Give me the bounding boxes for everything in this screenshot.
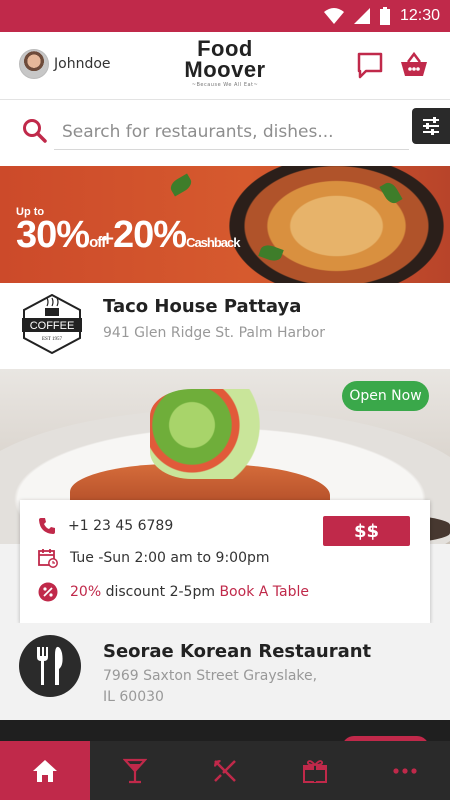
restaurant-address-line1: 7969 Saxton Street Grayslake, [103, 668, 318, 684]
restaurant-name: Taco House Pattaya [103, 296, 302, 317]
bottom-nav [0, 741, 450, 800]
restaurant-card[interactable]: Seorae Korean Restaurant 7969 Saxton Str… [0, 623, 450, 720]
next-restaurant-photo[interactable] [0, 720, 450, 742]
restaurant-address: 941 Glen Ridge St. Palm Harbor [103, 325, 326, 341]
fork-knife-icon [37, 646, 63, 685]
banner-cashback: 20%Cashback [113, 214, 240, 257]
app-logo: Food Moover ~Because We All Eat~ [180, 36, 270, 89]
salsa-topping [150, 389, 290, 479]
logo-line1: Food [197, 36, 253, 61]
nav-drinks[interactable] [90, 741, 180, 800]
gift-icon [303, 759, 327, 783]
coffee-logo: COFFEE EST 1957 [22, 294, 82, 354]
price-level-button[interactable]: $$ [323, 516, 410, 546]
search-icon [23, 119, 47, 143]
discount-detail: discount 2-5pm [105, 584, 215, 600]
status-time: 12:30 [399, 7, 440, 24]
banner-discount-value: 30% [16, 214, 90, 256]
banner-discount: 30%off [16, 214, 106, 257]
nav-offers[interactable] [270, 741, 360, 800]
restaurant-logo [19, 635, 81, 697]
discount-text: 20% discount 2-5pm Book A Table [70, 584, 309, 600]
opening-hours: Tue -Sun 2:00 am to 9:00pm [70, 550, 270, 566]
username[interactable]: Johndoe [54, 56, 111, 72]
filter-icon [423, 117, 439, 135]
hours-row: Tue -Sun 2:00 am to 9:00pm [38, 548, 270, 568]
percent-icon [38, 582, 58, 602]
restaurant-name: Seorae Korean Restaurant [103, 641, 372, 662]
more-icon [393, 767, 417, 774]
nav-home[interactable] [0, 741, 90, 800]
restaurant-card[interactable]: COFFEE EST 1957 Taco House Pattaya 941 G… [0, 283, 450, 369]
herb-decoration [167, 173, 195, 197]
open-status-badge: Open Now [342, 381, 429, 411]
home-icon [33, 759, 57, 782]
battery-icon [379, 7, 390, 25]
restaurant-address-line2: IL 60030 [103, 689, 164, 705]
coffee-logo-text: COFFEE [30, 320, 75, 332]
phone-row[interactable]: +1 23 45 6789 [38, 517, 173, 535]
status-bar: 12:30 [0, 0, 450, 32]
filter-button[interactable] [412, 108, 450, 144]
search-input[interactable] [54, 114, 409, 150]
banner-cashback-value: 20% [113, 214, 187, 256]
promo-banner[interactable]: Up to 30%off + 20%Cashback [0, 166, 450, 283]
discount-row: 20% discount 2-5pm Book A Table [38, 582, 309, 602]
signal-icon [353, 8, 370, 24]
book-table-link[interactable]: Book A Table [219, 584, 309, 600]
cutlery-icon [214, 759, 236, 782]
logo-line2: Moover [184, 57, 266, 82]
coffee-logo-sub: EST 1957 [42, 337, 63, 342]
nav-restaurants[interactable] [180, 741, 270, 800]
banner-cashback-suffix: Cashback [186, 235, 240, 250]
basket-icon[interactable] [399, 50, 429, 80]
chat-icon[interactable] [355, 50, 385, 80]
discount-value: 20% [70, 584, 102, 600]
phone-number: +1 23 45 6789 [68, 518, 174, 534]
calendar-icon [38, 549, 58, 568]
avatar[interactable] [19, 49, 49, 79]
wifi-icon [323, 8, 344, 24]
logo-tagline: ~Because We All Eat~ [191, 82, 259, 88]
phone-icon [39, 518, 55, 534]
cocktail-icon [123, 758, 147, 783]
app-header: Johndoe Food Moover ~Because We All Eat~ [0, 32, 450, 100]
nav-more[interactable] [360, 741, 450, 800]
restaurant-info-card: +1 23 45 6789 $$ Tue -Sun 2:00 am to 9:0… [20, 500, 430, 623]
search-bar [0, 100, 450, 166]
pasta-image [229, 166, 444, 283]
